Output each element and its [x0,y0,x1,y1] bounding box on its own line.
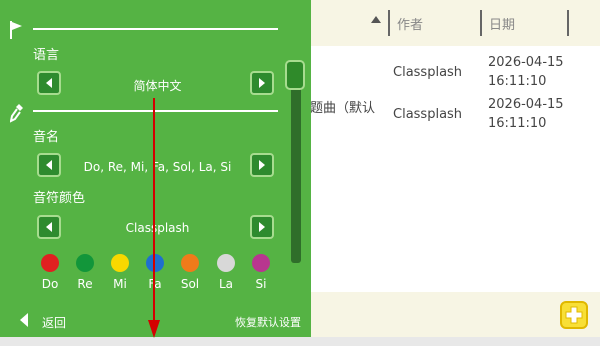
flag-icon [10,21,22,39]
note-color-label-item: La [218,277,234,291]
table-header: 作者 日期 [311,0,600,46]
row-date: 2026-04-15 [488,97,564,112]
arrow-right-icon [259,160,265,170]
table-row[interactable]: 题曲（默认 Classplash 2026-04-15 16:11:10 [310,92,600,134]
note-color-label-item: Do [41,277,59,291]
arrow-right-icon [259,222,265,232]
red-arrow-annotation [148,98,160,338]
note-color-swatch [217,254,235,272]
row-title: 题曲（默认 [310,101,376,116]
note-color-swatch [252,254,270,272]
note-color-swatch [111,254,129,272]
plus-icon [565,306,583,324]
back-arrow-icon[interactable] [18,312,30,328]
column-separator[interactable] [388,10,390,36]
header-date[interactable]: 日期 [489,14,515,33]
arrow-right-icon [259,78,265,88]
language-next-button[interactable] [250,71,274,95]
note-color-label-item: Si [255,277,267,291]
arrow-left-icon [46,222,52,232]
row-author: Classplash [393,107,463,122]
language-prev-button[interactable] [37,71,61,95]
scrollbar-thumb[interactable] [285,60,305,90]
table-row[interactable]: Classplash 2026-04-15 16:11:10 [311,50,600,92]
table-footer [311,292,600,337]
note-color-swatch [181,254,199,272]
note-name-prev-button[interactable] [37,153,61,177]
file-list-panel: 作者 日期 Classplash 2026-04-15 16:11:10 题曲（… [310,0,600,337]
scrollbar-track[interactable] [291,85,301,263]
row-author: Classplash [393,65,463,80]
add-button[interactable] [560,301,588,329]
language-value: 简体中文 [133,79,182,93]
note-color-swatch [41,254,59,272]
language-label: 语言 [33,48,60,63]
arrow-left-icon [46,160,52,170]
note-name-label: 音名 [33,130,60,145]
note-color-next-button[interactable] [250,215,274,239]
column-separator[interactable] [567,10,569,36]
note-color-label-item: Re [77,277,93,291]
note-color-swatch [76,254,94,272]
note-color-label-item: Sol [180,277,200,291]
note-color-label: 音符颜色 [33,191,86,206]
eyedropper-icon [10,104,23,123]
sort-up-icon[interactable] [371,16,381,23]
back-button[interactable]: 返回 [42,314,66,331]
row-time: 16:11:10 [488,116,547,131]
note-color-prev-button[interactable] [37,215,61,239]
arrow-left-icon [46,78,52,88]
restore-defaults-button[interactable]: 恢复默认设置 [235,314,301,330]
divider [33,28,278,30]
column-separator[interactable] [480,10,482,36]
row-time: 16:11:10 [488,74,547,89]
note-color-label-item: Mi [113,277,127,291]
row-date: 2026-04-15 [488,55,564,70]
header-author[interactable]: 作者 [397,14,423,33]
note-name-next-button[interactable] [250,153,274,177]
